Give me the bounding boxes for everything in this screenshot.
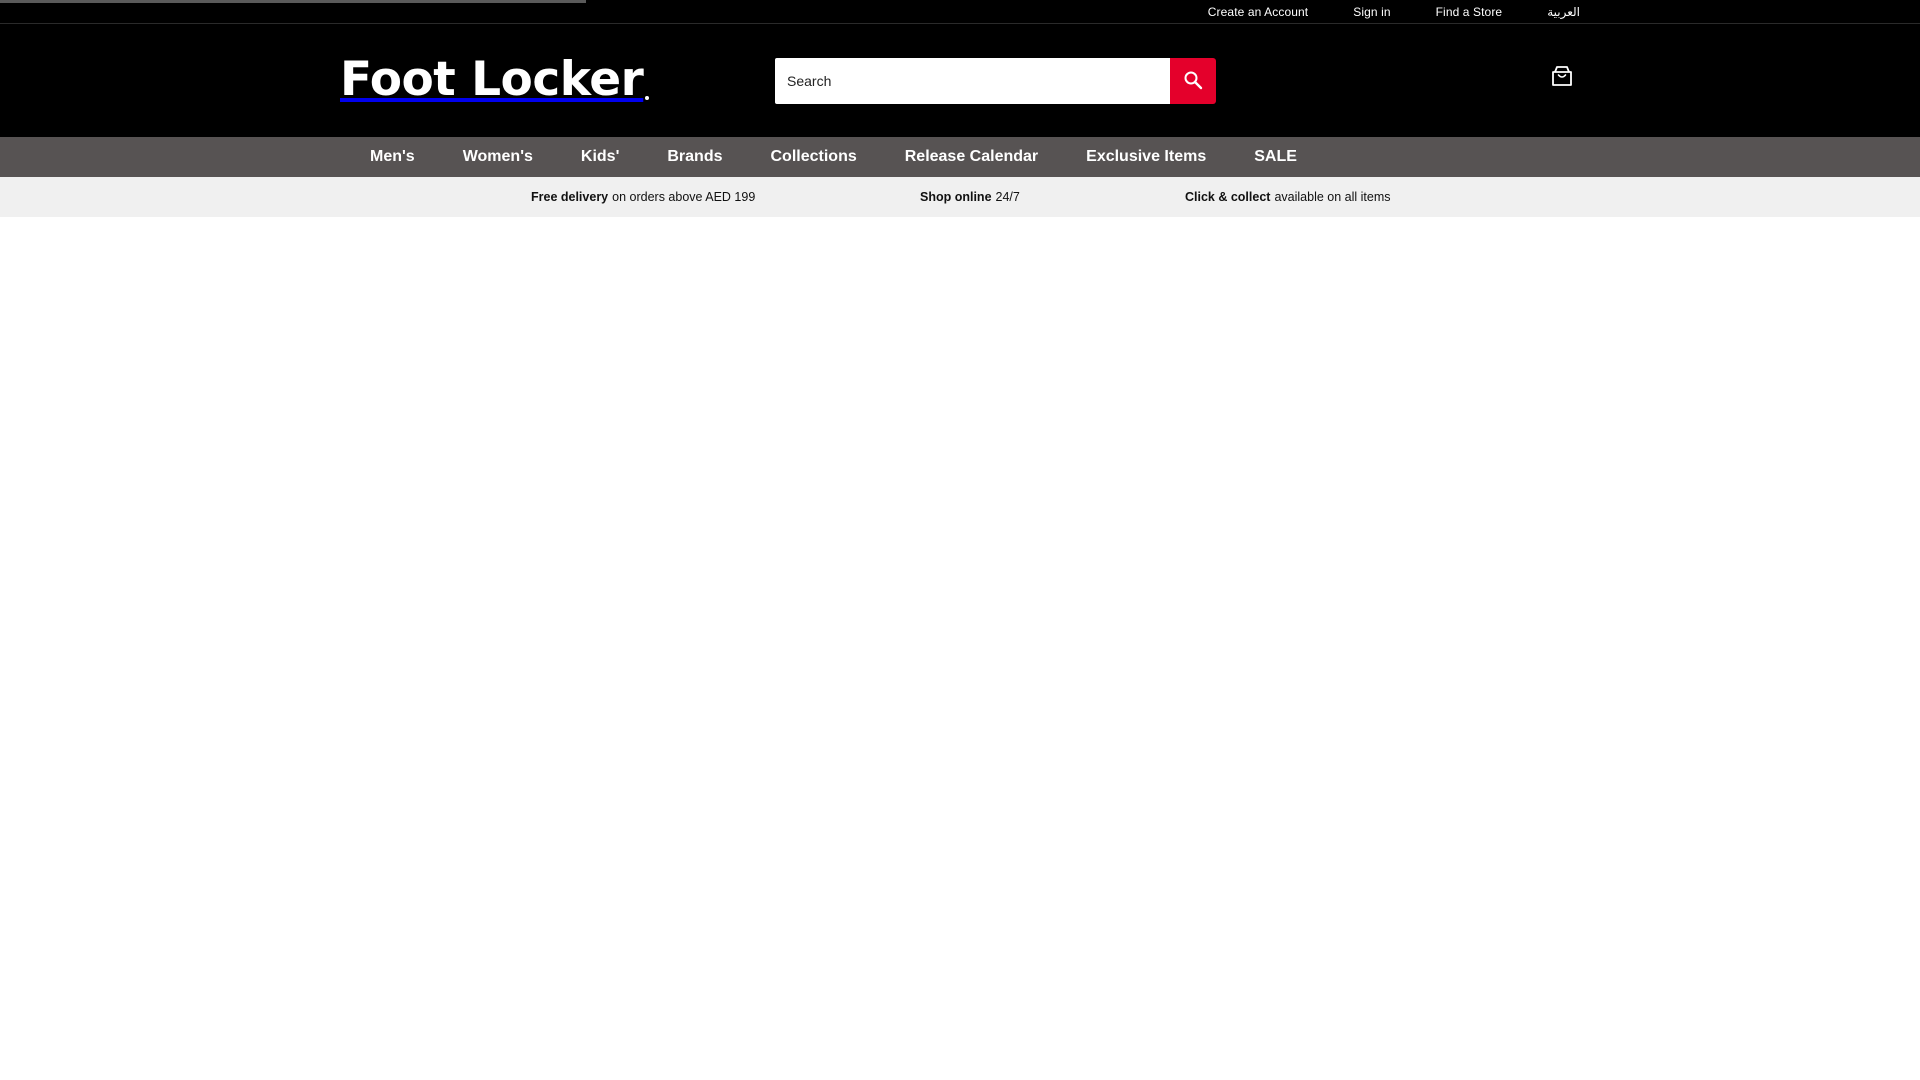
shopping-bag-icon xyxy=(1550,64,1574,93)
main-nav-item: Men's xyxy=(370,148,415,166)
page-loading-progress-bar xyxy=(0,0,586,3)
search-icon xyxy=(1183,70,1203,93)
logo: Foot Locker xyxy=(340,51,644,107)
search-button[interactable] xyxy=(1170,58,1216,104)
logo-registered-mark xyxy=(645,96,650,100)
cart-button[interactable] xyxy=(1548,64,1576,92)
logo-link[interactable]: Foot Locker xyxy=(340,51,650,107)
create-account-link[interactable]: Create an Account xyxy=(1208,5,1308,19)
promo-shop-online: Shop online 24/7 xyxy=(920,177,1020,217)
language-switch-link[interactable]: العربية xyxy=(1547,5,1580,19)
promo-click-collect: Click & collect available on all items xyxy=(1185,177,1391,217)
nav-collections[interactable]: Collections xyxy=(771,148,857,165)
sign-in-link[interactable]: Sign in xyxy=(1353,5,1390,19)
main-nav-item: Exclusive Items xyxy=(1086,148,1206,166)
promo-free-delivery: Free delivery on orders above AED 199 xyxy=(531,177,755,217)
main-nav-item: Collections xyxy=(771,148,857,166)
main-nav: Men's Women's Kids' Brands Collections R… xyxy=(0,137,1920,177)
promo-text: on orders above AED 199 xyxy=(612,190,756,204)
promo-title: Free delivery xyxy=(531,190,609,204)
main-nav-item: Brands xyxy=(667,148,722,166)
promo-bar: Free delivery on orders above AED 199 Sh… xyxy=(0,177,1920,217)
main-nav-item: Kids' xyxy=(581,148,619,166)
nav-kids[interactable]: Kids' xyxy=(581,148,619,165)
promo-text: available on all items xyxy=(1274,190,1391,204)
search-input[interactable] xyxy=(775,58,1170,104)
main-nav-item: Release Calendar xyxy=(905,148,1038,166)
nav-sale[interactable]: SALE xyxy=(1254,148,1297,165)
promo-text: 24/7 xyxy=(995,190,1020,204)
search-form xyxy=(775,58,1216,104)
nav-exclusive-items[interactable]: Exclusive Items xyxy=(1086,148,1206,165)
promo-title: Shop online xyxy=(920,190,992,204)
header-main: Foot Locker xyxy=(0,24,1920,137)
nav-brands[interactable]: Brands xyxy=(667,148,722,165)
nav-release-calendar[interactable]: Release Calendar xyxy=(905,148,1038,165)
main-nav-list: Men's Women's Kids' Brands Collections R… xyxy=(370,137,1297,177)
main-nav-item: Women's xyxy=(463,148,533,166)
nav-womens[interactable]: Women's xyxy=(463,148,533,165)
utility-nav: Create an Account Sign in Find a Store ا… xyxy=(1208,0,1580,24)
nav-mens[interactable]: Men's xyxy=(370,148,415,165)
utility-bar: Create an Account Sign in Find a Store ا… xyxy=(0,0,1920,24)
main-nav-item: SALE xyxy=(1254,148,1297,166)
promo-title: Click & collect xyxy=(1185,190,1271,204)
find-store-link[interactable]: Find a Store xyxy=(1436,5,1503,19)
